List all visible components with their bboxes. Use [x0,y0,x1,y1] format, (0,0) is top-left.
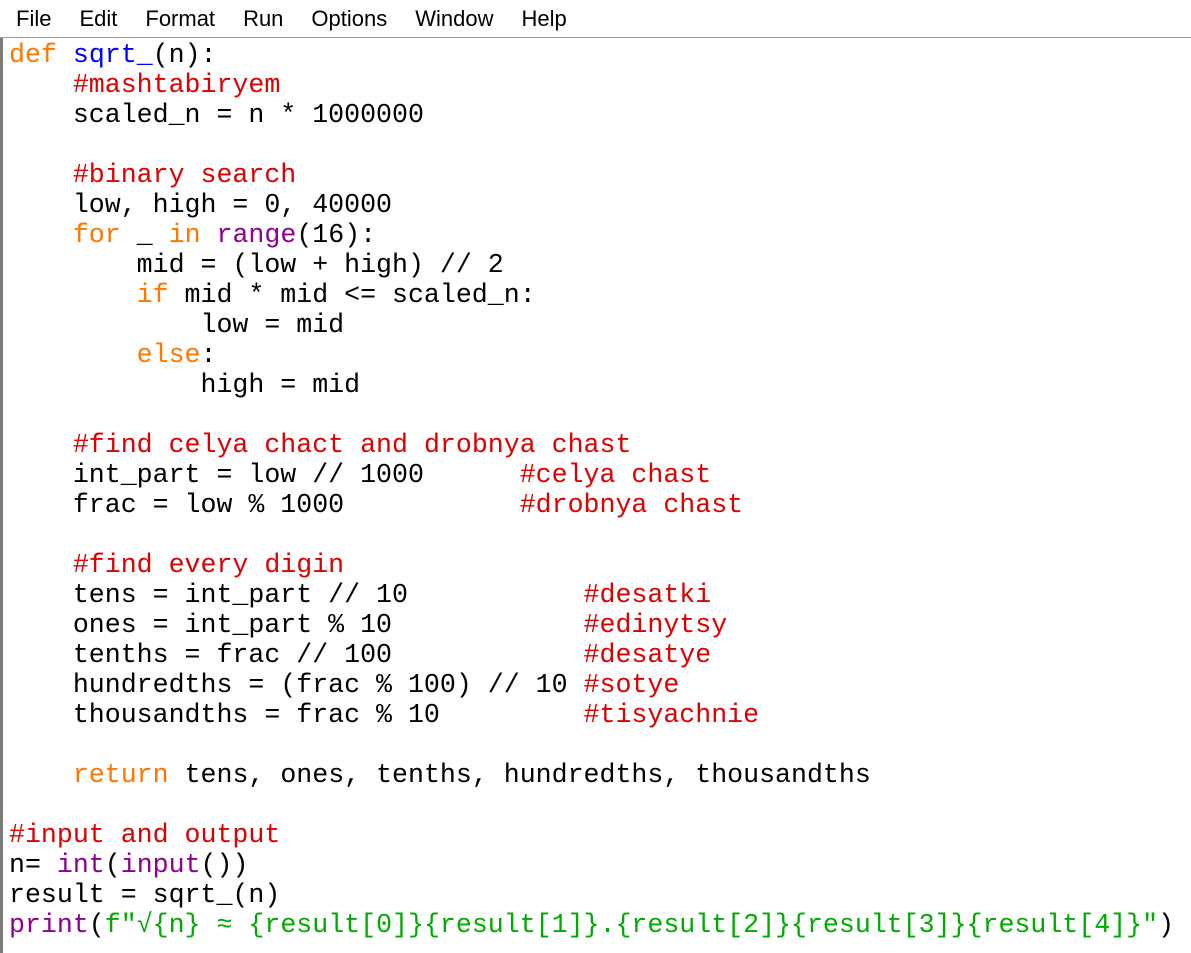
code-token: int_part = low // 1000 [9,460,520,490]
code-line: #find celya chact and drobnya chast [9,430,1174,460]
code-line: low, high = 0, 40000 [9,190,1174,220]
menu-run[interactable]: Run [229,0,297,38]
code-token: f"√{n} ≈ {result[0]}{result[1]}.{result[… [104,910,1159,940]
code-token: result = sqrt_(n) [9,880,281,910]
code-token: def [9,40,57,70]
code-token: (16): [296,220,377,250]
code-token: print [9,910,89,940]
code-line: scaled_n = n * 1000000 [9,100,1174,130]
code-token: _ [120,220,169,250]
code-token: tens, ones, tenths, hundredths, thousand… [168,760,871,790]
code-line: print(f"√{n} ≈ {result[0]}{result[1]}.{r… [9,910,1174,940]
code-token: tens = int_part // 10 [9,580,584,610]
code-token: if [136,280,169,310]
code-token: #drobnya chast [519,490,744,520]
code-line: int_part = low // 1000 #celya chast [9,460,1174,490]
code-line: for _ in range(16): [9,220,1174,250]
code-line: #binary search [9,160,1174,190]
menu-file[interactable]: File [0,0,65,38]
code-token: : [200,340,217,370]
code-token: return [72,760,169,790]
code-token: range [216,220,297,250]
code-token: ) [1158,910,1175,940]
code-line: #mashtabiryem [9,70,1174,100]
code-token: #mashtabiryem [72,70,281,100]
code-token: ()) [200,850,249,880]
code-line: def sqrt_(n): [9,40,1174,70]
code-token: ones = int_part % 10 [9,610,584,640]
code-token: ( [104,850,121,880]
menu-edit[interactable]: Edit [65,0,131,38]
menu-options[interactable]: Options [297,0,401,38]
code-token: n= [9,850,57,880]
menu-help[interactable]: Help [508,0,581,38]
code-token: (n): [152,40,217,70]
code-token: input [120,850,201,880]
code-line: frac = low % 1000 #drobnya chast [9,490,1174,520]
code-text-area[interactable]: def sqrt_(n): #mashtabiryem scaled_n = n… [9,40,1174,940]
code-line: tenths = frac // 100 #desatye [9,640,1174,670]
code-token: scaled_n = n * 1000000 [9,100,424,130]
code-token: sqrt_ [72,40,153,70]
code-token: #binary search [72,160,297,190]
code-line: if mid * mid <= scaled_n: [9,280,1174,310]
code-token: #sotye [583,670,680,700]
code-token: frac = low % 1000 [9,490,520,520]
code-token: for [72,220,121,250]
code-token: else [136,340,201,370]
code-line: tens = int_part // 10 #desatki [9,580,1174,610]
code-token: tenths = frac // 100 [9,640,584,670]
code-token: #input and output [9,820,281,850]
code-token: #tisyachnie [583,700,760,730]
code-line: return tens, ones, tenths, hundredths, t… [9,760,1174,790]
code-token: low = mid [9,310,345,340]
code-token: int [56,850,105,880]
code-token: #find every digin [72,550,345,580]
code-token: #find celya chact and drobnya chast [72,430,632,460]
code-line: #find every digin [9,550,1174,580]
code-token: mid * mid <= scaled_n: [168,280,536,310]
menu-window[interactable]: Window [401,0,507,38]
code-token: thousandths = frac % 10 [9,700,584,730]
code-line: mid = (low + high) // 2 [9,250,1174,280]
code-token: low, high = 0, 40000 [9,190,393,220]
code-line: high = mid [9,370,1174,400]
code-line: n= int(input()) [9,850,1174,880]
code-line: #input and output [9,820,1174,850]
code-line: ones = int_part % 10 #edinytsy [9,610,1174,640]
code-token: #desatki [583,580,712,610]
code-token: #edinytsy [583,610,728,640]
code-line: thousandths = frac % 10 #tisyachnie [9,700,1174,730]
code-token: #desatye [583,640,712,670]
code-token: mid = (low + high) // 2 [9,250,504,280]
code-editor[interactable]: def sqrt_(n): #mashtabiryem scaled_n = n… [0,38,1191,953]
code-token: ( [88,910,105,940]
code-line: else: [9,340,1174,370]
code-token: high = mid [9,370,361,400]
code-token: hundredths = (frac % 100) // 10 [9,670,584,700]
code-token: #celya chast [519,460,712,490]
code-line: low = mid [9,310,1174,340]
menu-format[interactable]: Format [131,0,229,38]
code-line: hundredths = (frac % 100) // 10 #sotye [9,670,1174,700]
code-line: result = sqrt_(n) [9,880,1174,910]
code-token: in [168,220,201,250]
menu-bar: File Edit Format Run Options Window Help [0,0,1191,38]
